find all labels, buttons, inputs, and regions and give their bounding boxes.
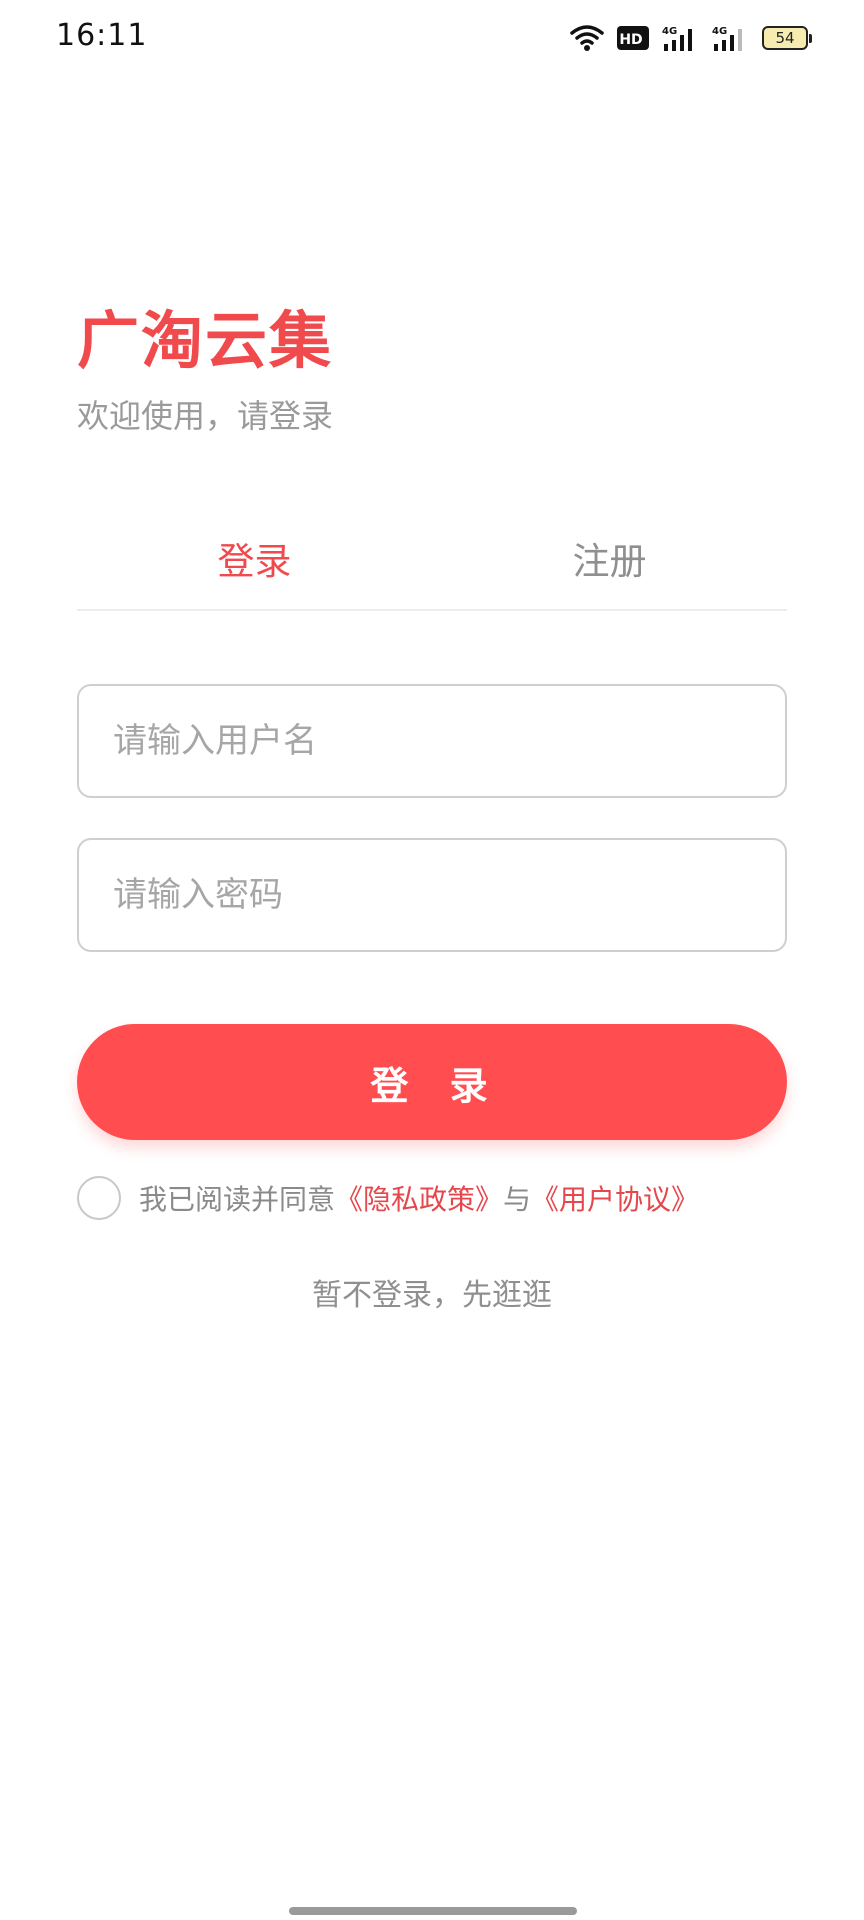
agree-checkbox[interactable] bbox=[77, 1176, 121, 1220]
status-bar: 16:11 HD 4G 4G 54 bbox=[0, 0, 864, 76]
privacy-policy-link[interactable]: 《隐私政策》 bbox=[335, 1178, 503, 1218]
network-label-sim1: 4G bbox=[662, 26, 677, 37]
login-button[interactable]: 登 录 bbox=[77, 1024, 787, 1140]
tab-register[interactable]: 注册 bbox=[432, 527, 787, 609]
username-field bbox=[77, 684, 787, 798]
battery-icon: 54 bbox=[762, 26, 812, 50]
user-agreement-link[interactable]: 《用户协议》 bbox=[531, 1178, 699, 1218]
username-input[interactable] bbox=[79, 686, 785, 796]
status-icons: HD 4G 4G 54 bbox=[570, 22, 812, 54]
password-field bbox=[77, 838, 787, 952]
auth-tabs: 登录 注册 bbox=[77, 527, 787, 611]
battery-level: 54 bbox=[775, 29, 795, 47]
signal-icon-sim2: 4G bbox=[712, 24, 750, 52]
agreement-connector: 与 bbox=[503, 1183, 532, 1216]
agreement-prefix: 我已阅读并同意 bbox=[139, 1183, 336, 1216]
network-label-sim2: 4G bbox=[712, 26, 727, 37]
password-input[interactable] bbox=[79, 840, 785, 950]
welcome-subtitle: 欢迎使用，请登录 bbox=[77, 397, 334, 435]
browse-without-login-link[interactable]: 暂不登录，先逛逛 bbox=[0, 1276, 864, 1316]
hd-icon: HD bbox=[616, 25, 650, 51]
agreement-row: 我已阅读并同意 《隐私政策》 与 《用户协议》 bbox=[77, 1173, 699, 1223]
status-time: 16:11 bbox=[56, 18, 148, 53]
tab-login[interactable]: 登录 bbox=[77, 527, 432, 609]
home-indicator[interactable] bbox=[289, 1907, 577, 1915]
hd-label: HD bbox=[619, 32, 642, 48]
wifi-icon bbox=[570, 24, 604, 52]
signal-icon-sim1: 4G bbox=[662, 24, 700, 52]
app-title: 广淘云集 bbox=[77, 304, 334, 377]
